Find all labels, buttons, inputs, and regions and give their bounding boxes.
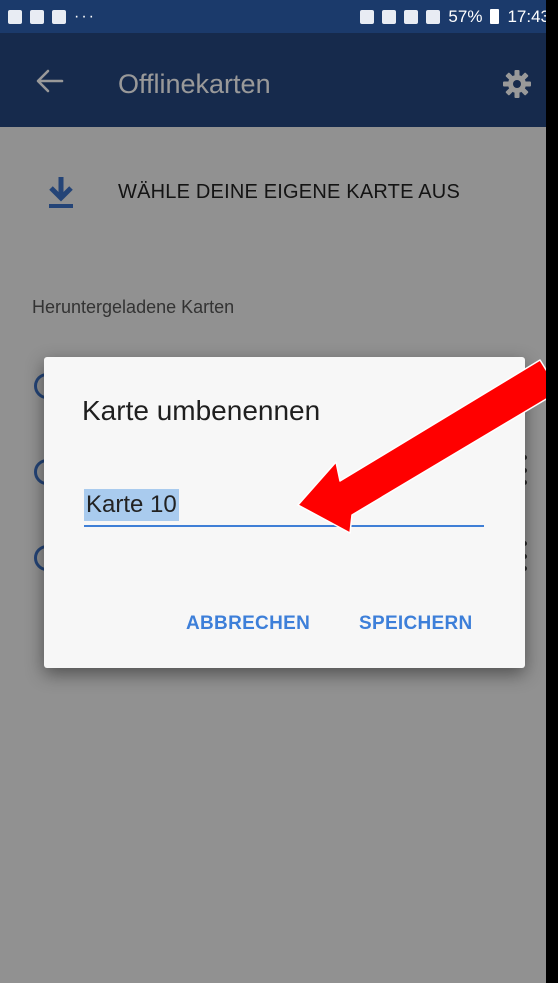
alarm-icon: [360, 9, 375, 24]
map-name-input-value[interactable]: Karte 10: [84, 489, 179, 521]
screen-edge: [546, 0, 558, 983]
notification-icon: [8, 9, 22, 24]
video-icon: [52, 9, 66, 24]
status-bar-right: 57% 17:43: [360, 7, 550, 27]
battery-icon: [490, 9, 500, 24]
notification-icon: [30, 9, 44, 24]
battery-percentage: 57%: [448, 6, 483, 26]
more-notifications-icon: ···: [74, 7, 96, 25]
cancel-button[interactable]: ABBRECHEN: [186, 613, 310, 635]
phone-screen: ··· 57% 17:43 Offlinekarten WÄHLE DEINE …: [0, 0, 558, 983]
dialog-title: Karte umbenennen: [82, 395, 321, 426]
wifi-icon: [426, 9, 441, 24]
rename-map-dialog: Karte umbenennen Karte 10 ABBRECHEN SPEI…: [44, 357, 525, 668]
status-bar-left: ···: [8, 8, 96, 26]
location-icon: [382, 9, 397, 24]
wifi-call-icon: [404, 9, 419, 24]
clock: 17:43: [507, 6, 550, 26]
status-bar: ··· 57% 17:43: [0, 0, 558, 33]
save-button[interactable]: SPEICHERN: [359, 613, 473, 635]
